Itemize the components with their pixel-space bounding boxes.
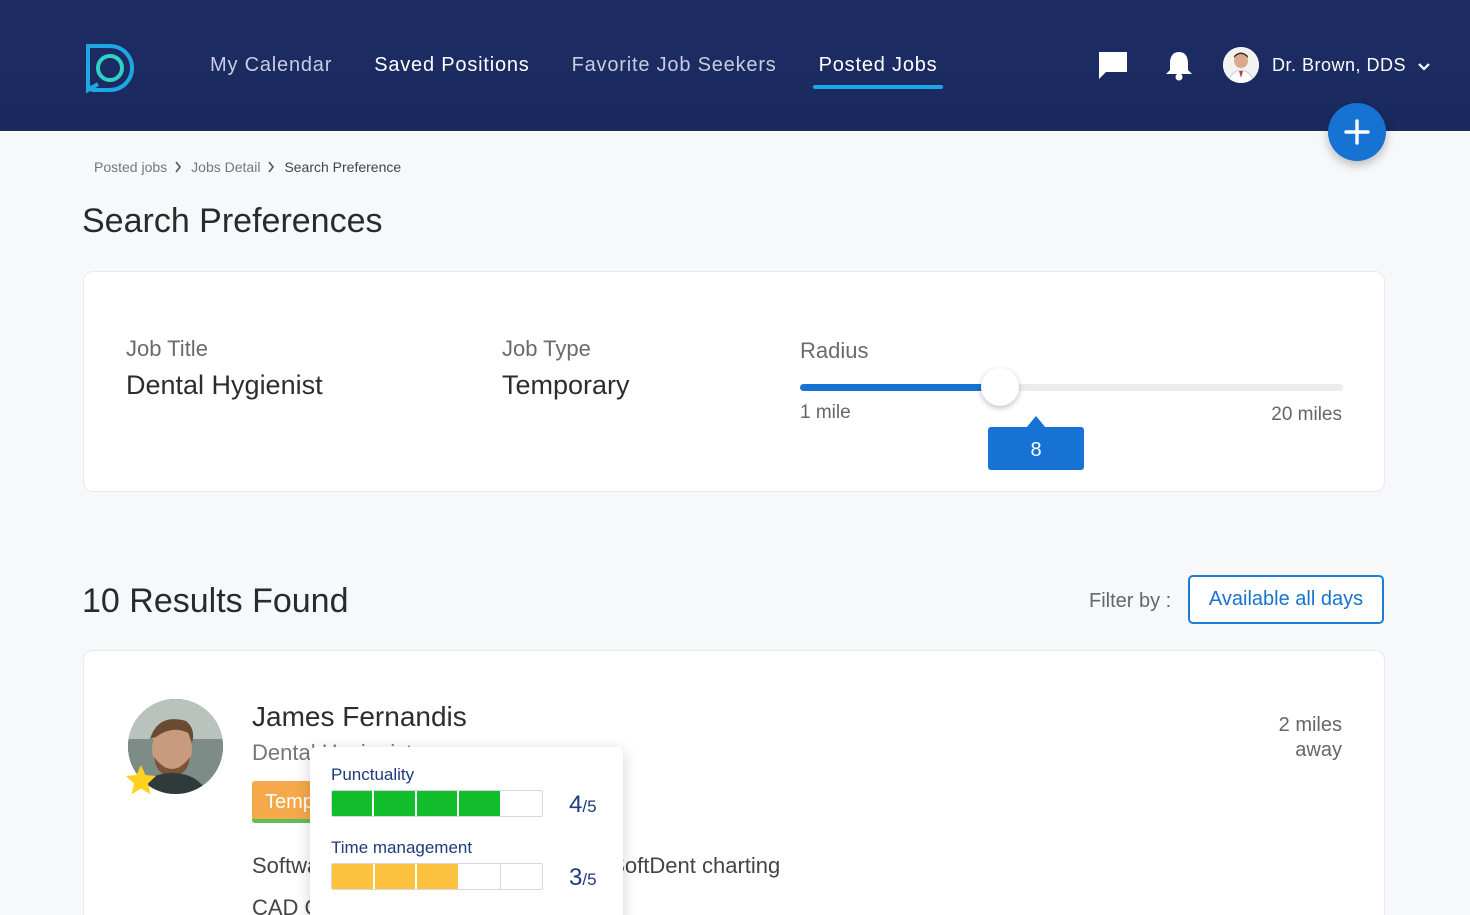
rating-score-value: 4 [569,791,583,818]
top-header: My Calendar Saved Positions Favorite Job… [0,0,1470,131]
chevron-down-icon[interactable] [1416,60,1432,74]
filter-available-all-days-button[interactable]: Available all days [1188,575,1384,624]
breadcrumb-posted-jobs[interactable]: Posted jobs [94,159,167,175]
rating-popover: Punctuality 4/5 Time management 3/5 [310,747,623,915]
rating-score-value: 3 [569,864,583,891]
breadcrumb-jobs-detail[interactable]: Jobs Detail [191,159,260,175]
radius-slider-fill [800,384,1001,391]
app-logo-icon[interactable] [80,38,138,96]
radius-value-tooltip: 8 [988,427,1084,470]
nav-favorite-job-seekers[interactable]: Favorite Job Seekers [572,54,777,89]
rating-segment [332,791,375,816]
seeker-name[interactable]: James Fernandis [252,701,467,733]
job-title-label: Job Title [126,336,208,361]
rating-segment [501,864,542,889]
rating-score-max: /5 [582,797,597,816]
filter-label: Filter by : [1089,590,1172,612]
rating-score-max: /5 [582,870,597,889]
rating-segment [416,791,460,816]
rating-segment [459,864,502,889]
breadcrumb: Posted jobs Jobs Detail Search Preferenc… [94,159,401,175]
chevron-right-icon [268,161,275,173]
page-title: Search Preferences [82,202,383,240]
rating-segment [374,791,417,816]
nav-posted-jobs[interactable]: Posted Jobs [812,54,944,89]
job-type-label: Job Type [502,336,591,361]
job-type-value: Temporary [502,370,630,400]
user-avatar-image [1223,47,1259,83]
plus-icon [1344,119,1370,145]
chevron-right-icon [175,161,182,173]
radius-slider-handle[interactable] [981,368,1020,406]
rating-segment [417,864,460,889]
user-avatar[interactable] [1223,47,1259,83]
chat-icon[interactable] [1096,48,1130,82]
rating-bar-time-management [331,863,543,890]
rating-segment [374,864,418,889]
rating-bar-punctuality [331,790,543,817]
nav-saved-positions[interactable]: Saved Positions [374,54,529,89]
rating-segment [332,864,375,889]
radius-label: Radius [800,338,869,363]
rating-segment [501,791,542,816]
nav-my-calendar[interactable]: My Calendar [210,54,332,89]
search-preferences-card: Job Title Dental Hygienist Job Type Temp… [83,271,1385,492]
radius-value: 8 [1030,439,1042,461]
radius-min-label: 1 mile [800,402,851,423]
bell-icon[interactable] [1162,48,1196,82]
job-title-value: Dental Hygienist [126,370,323,400]
radius-max-label: 20 miles [1271,404,1342,425]
results-count-heading: 10 Results Found [82,582,349,620]
rating-segment [459,791,502,816]
breadcrumb-search-preference: Search Preference [284,159,402,175]
radius-slider[interactable] [800,368,1343,406]
main-nav: My Calendar Saved Positions Favorite Job… [210,54,979,89]
user-name[interactable]: Dr. Brown, DDS [1272,55,1406,76]
rating-label-punctuality: Punctuality [331,765,415,784]
add-button[interactable] [1328,103,1386,161]
job-seeker-card[interactable]: James Fernandis Dental Hygienist Tempora… [83,650,1385,915]
seeker-distance: 2 miles away [1278,714,1342,761]
rating-score-punctuality: 4/5 [569,791,597,819]
rating-score-time-management: 3/5 [569,864,597,892]
rating-label-time-management: Time management [331,838,473,857]
star-icon [126,765,156,795]
